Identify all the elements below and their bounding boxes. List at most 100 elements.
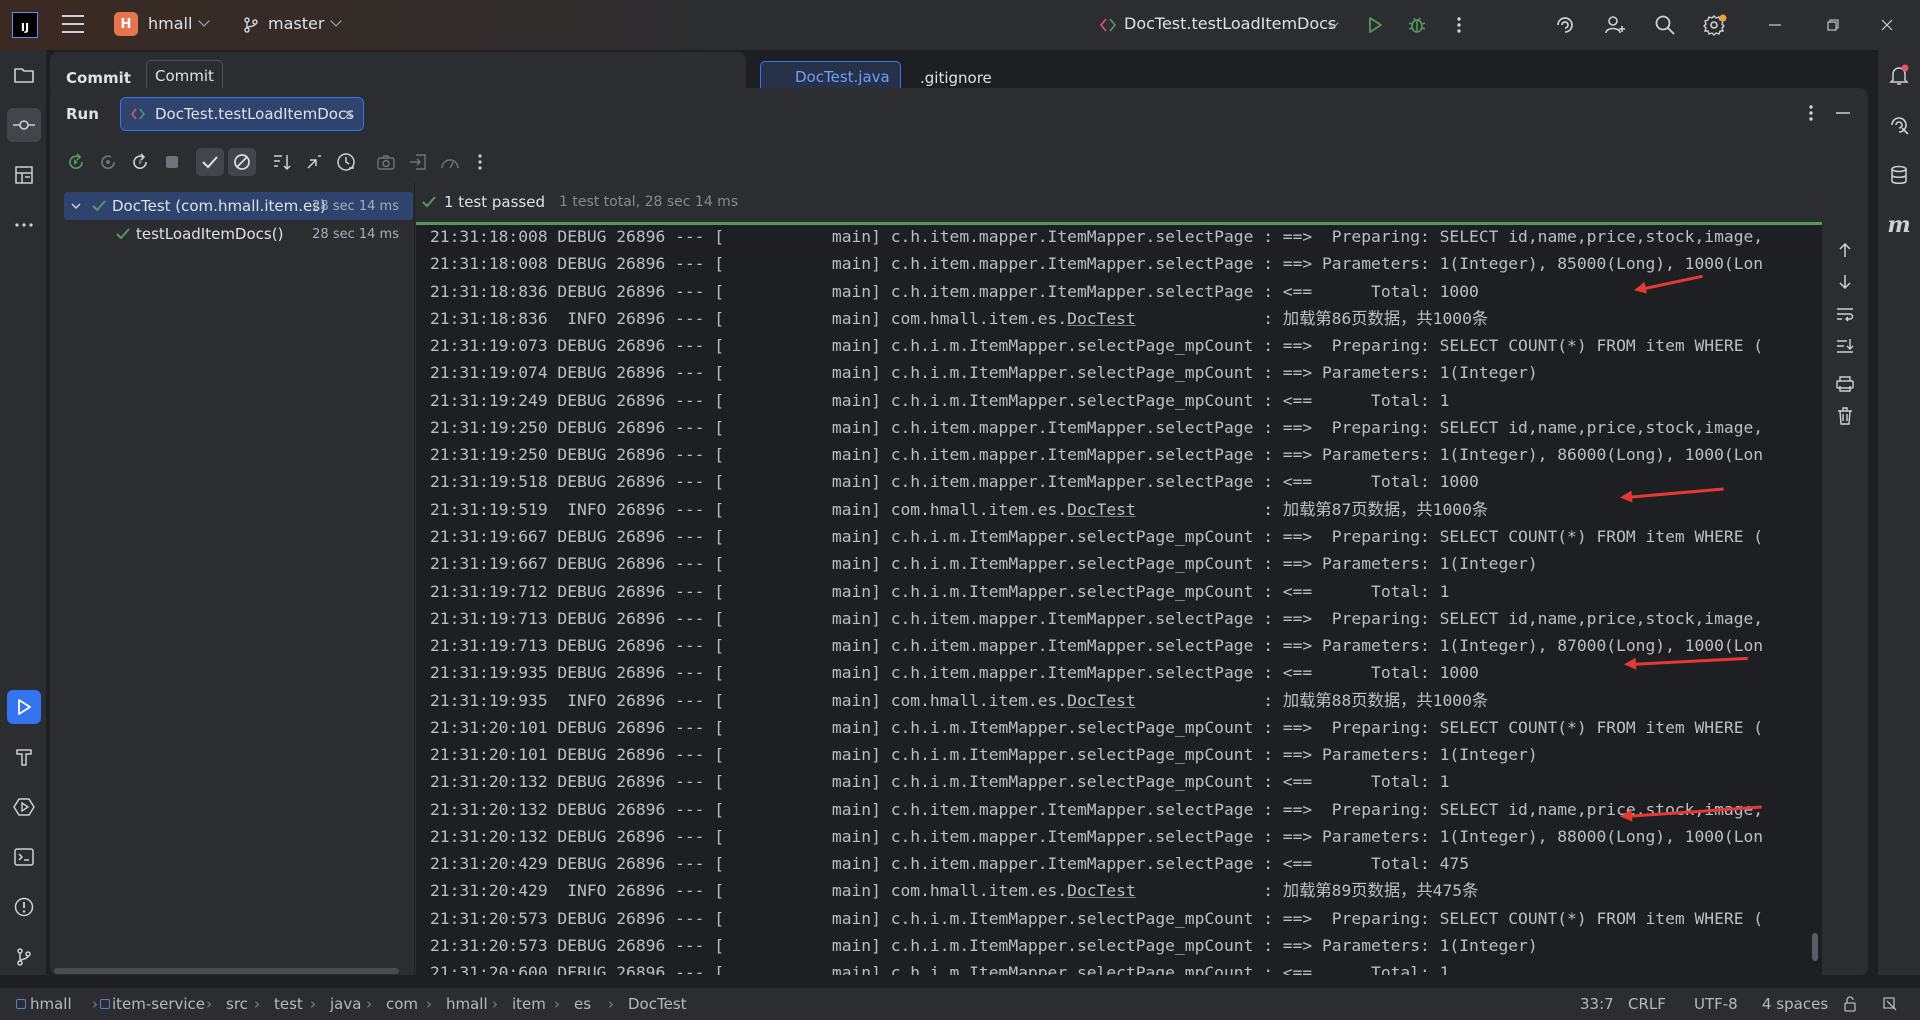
screenshot-icon[interactable] (372, 148, 400, 176)
console-output[interactable]: 21:31:18:008 DEBUG 26896 --- [ main] c.h… (416, 225, 1822, 975)
chevron-down-icon (198, 15, 211, 27)
collapse-all-icon[interactable] (300, 148, 328, 176)
file-encoding[interactable]: UTF-8 (1694, 995, 1738, 1013)
console-line: 21:31:20:429 INFO 26896 --- [ main] com.… (430, 881, 1479, 901)
maven-icon[interactable]: m (1882, 208, 1916, 242)
ide-window: IJ H hmall master DocTest.testLoadItemDo… (0, 0, 1920, 1020)
console-line: 21:31:20:132 DEBUG 26896 --- [ main] c.h… (430, 772, 1450, 792)
memory-indicator-icon[interactable] (1882, 996, 1898, 1012)
ai-chat-icon[interactable] (1882, 108, 1916, 142)
breadcrumb-item[interactable]: hmall (446, 995, 488, 1013)
breadcrumb-item[interactable]: test (274, 995, 303, 1013)
read-only-lock-icon[interactable] (1842, 996, 1858, 1012)
structure-icon[interactable] (7, 158, 41, 192)
rerun-icon[interactable] (62, 148, 90, 176)
tree-item-label: DocTest (com.hmall.item.es) (112, 197, 326, 215)
breadcrumb-item[interactable]: es (574, 995, 591, 1013)
clear-trash-icon[interactable] (1832, 403, 1858, 429)
project-badge[interactable]: H (114, 12, 138, 36)
run-icon[interactable] (1360, 10, 1390, 40)
commit-panel: Commit Commit (50, 52, 746, 92)
add-user-icon[interactable] (1600, 10, 1630, 40)
editor-tab-gitignore[interactable]: .gitignore (920, 69, 992, 87)
test-history-icon[interactable] (332, 148, 360, 176)
sort-icon[interactable] (268, 148, 296, 176)
splitter[interactable] (414, 182, 415, 975)
show-ignored-icon[interactable] (228, 148, 256, 176)
toggle-auto-test-icon[interactable] (126, 148, 154, 176)
run-window-title: Run (66, 105, 99, 123)
services-icon[interactable] (7, 790, 41, 824)
search-icon[interactable] (1650, 10, 1680, 40)
scroll-to-end-icon[interactable] (1832, 333, 1858, 359)
import-tests-icon[interactable] (404, 148, 432, 176)
main-menu-icon[interactable] (62, 15, 84, 33)
notifications-bell-icon[interactable] (1882, 58, 1916, 92)
run-tool-icon[interactable] (7, 690, 41, 724)
breadcrumb-item[interactable]: src (226, 995, 248, 1013)
minimize-button[interactable] (1760, 10, 1790, 40)
tree-item-label: testLoadItemDocs() (136, 225, 284, 243)
indent-setting[interactable]: 4 spaces (1762, 995, 1828, 1013)
show-passed-icon[interactable] (196, 148, 224, 176)
branch-selector[interactable]: master (268, 14, 343, 33)
commit-icon[interactable] (7, 108, 41, 142)
run-config-selector[interactable]: DocTest.testLoadItemDocs (1124, 14, 1336, 33)
breadcrumb-item[interactable]: item-service (112, 995, 205, 1013)
console-line: 21:31:19:713 DEBUG 26896 --- [ main] c.h… (430, 608, 1764, 628)
breadcrumb-item[interactable]: com (386, 995, 418, 1013)
settings-gear-icon[interactable] (1700, 10, 1730, 40)
run-config-icon (131, 106, 147, 122)
tests-passed-text: 1 test passed (444, 193, 545, 211)
breadcrumb-item[interactable]: java (330, 995, 361, 1013)
breadcrumb-chevron-icon: › (492, 995, 498, 1013)
console-line: 21:31:19:250 DEBUG 26896 --- [ main] c.h… (430, 445, 1764, 465)
breadcrumb-item[interactable]: DocTest (628, 995, 687, 1013)
intellij-logo-icon[interactable]: IJ (12, 12, 38, 38)
more-options-icon[interactable] (466, 148, 494, 176)
tree-item-doctest[interactable]: DocTest (com.hmall.item.es) 28 sec 14 ms (64, 192, 413, 220)
editor-tab-label: DocTest.java (795, 68, 890, 86)
console-vertical-scrollbar[interactable] (1812, 933, 1818, 961)
arrow-up-icon[interactable] (1832, 237, 1858, 263)
caret-position[interactable]: 33:7 (1580, 995, 1614, 1013)
run-tab[interactable]: DocTest.testLoadItemDocs × (120, 97, 364, 131)
console-side-toolbar (1828, 225, 1862, 525)
project-selector[interactable]: hmall (148, 14, 211, 33)
restore-button[interactable] (1818, 10, 1848, 40)
stop-icon[interactable] (158, 148, 186, 176)
project-folder-icon[interactable] (7, 58, 41, 92)
options-menu-icon[interactable] (1798, 100, 1824, 126)
print-icon[interactable] (1832, 371, 1858, 397)
hide-panel-icon[interactable] (1830, 100, 1856, 126)
tree-item-test-method[interactable]: testLoadItemDocs() 28 sec 14 ms (64, 220, 413, 248)
rerun-failed-icon[interactable] (94, 148, 122, 176)
test-passed-check-icon (116, 228, 130, 240)
close-tab-icon[interactable]: × (342, 105, 355, 123)
breadcrumb-item[interactable]: hmall (30, 995, 72, 1013)
more-tools-icon[interactable] (7, 208, 41, 242)
chevron-down-icon[interactable] (1318, 10, 1348, 40)
arrow-down-icon[interactable] (1832, 269, 1858, 295)
branch-icon[interactable] (236, 10, 266, 40)
coverage-icon[interactable] (436, 148, 464, 176)
project-name: hmall (148, 14, 193, 33)
console-line: 21:31:20:600 DEBUG 26896 --- [ main] c.h… (430, 963, 1450, 975)
terminal-icon[interactable] (7, 840, 41, 874)
line-separator[interactable]: CRLF (1628, 995, 1666, 1013)
debug-icon[interactable] (1402, 10, 1432, 40)
build-hammer-icon[interactable] (7, 740, 41, 774)
chevron-down-icon[interactable] (70, 200, 82, 212)
tree-horizontal-scrollbar[interactable] (54, 968, 399, 974)
soft-wrap-icon[interactable] (1832, 301, 1858, 327)
problems-icon[interactable] (7, 890, 41, 924)
console-line: 21:31:20:101 DEBUG 26896 --- [ main] c.h… (430, 745, 1538, 765)
breadcrumb-item[interactable]: item (512, 995, 546, 1013)
git-icon[interactable] (7, 940, 41, 974)
database-icon[interactable] (1882, 158, 1916, 192)
breadcrumb-chevron-icon: › (426, 995, 432, 1013)
breadcrumb-chevron-icon: › (310, 995, 316, 1013)
close-window-button[interactable] (1872, 10, 1902, 40)
ai-assistant-icon[interactable] (1550, 10, 1580, 40)
more-actions-icon[interactable] (1444, 10, 1474, 40)
